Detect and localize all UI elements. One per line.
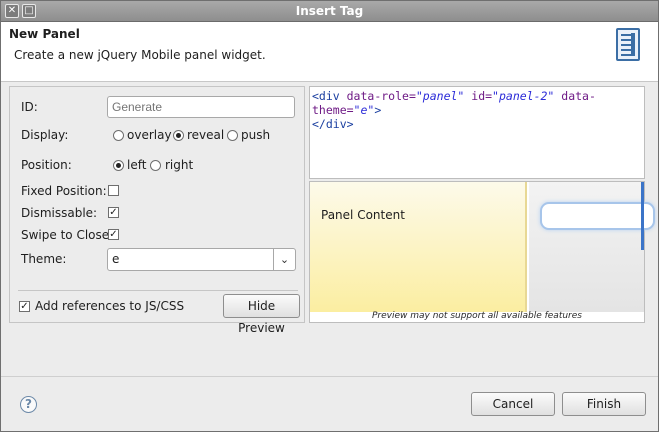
add-references-label: Add references to JS/CSS [35, 299, 185, 313]
code-attr-id: id= [464, 89, 493, 103]
swipe-to-close-label: Swipe to Close: [21, 228, 114, 242]
preview-note: Preview may not support all available fe… [372, 311, 582, 321]
preview-panel-content: Panel Content [321, 208, 405, 222]
theme-value: e [112, 252, 120, 266]
hide-preview-button[interactable]: Hide Preview [223, 294, 300, 335]
code-attr-role: data-role= [339, 89, 416, 103]
display-overlay-radio[interactable] [113, 130, 124, 141]
add-references-checkbox[interactable]: ✓ [19, 301, 30, 312]
dismissable-label: Dismissable: [21, 206, 98, 220]
preview-input [540, 202, 655, 230]
chevron-down-icon[interactable]: ⌄ [273, 249, 295, 270]
title-bar: ✕ □ Insert Tag [1, 1, 658, 22]
dismissable-checkbox[interactable]: ✓ [108, 207, 119, 218]
code-val-role: "panel" [415, 89, 465, 103]
finish-button[interactable]: Finish [562, 392, 646, 416]
preview-scroll-edge [641, 182, 644, 250]
visual-preview: Panel Content Preview may not support al… [309, 181, 655, 323]
position-label: Position: [21, 158, 72, 172]
position-right-label: right [165, 158, 194, 172]
display-reveal-radio[interactable] [173, 130, 184, 141]
theme-label: Theme: [21, 252, 67, 266]
id-label: ID: [21, 100, 38, 114]
fixed-position-checkbox[interactable] [108, 185, 119, 196]
position-left-radio[interactable] [113, 160, 124, 171]
code-tag-end: > [374, 103, 382, 117]
preview-page-content [529, 182, 655, 312]
fixed-position-label: Fixed Position: [21, 184, 107, 198]
code-val-theme: "e" [353, 103, 375, 117]
code-preview[interactable]: <div data-role="panel" id="panel-2" data… [309, 86, 645, 179]
display-overlay-label: overlay [127, 128, 172, 142]
panel-widget-icon [616, 28, 640, 61]
display-label: Display: [21, 128, 69, 142]
position-left-label: left [127, 158, 147, 172]
cancel-button[interactable]: Cancel [471, 392, 555, 416]
window-title: Insert Tag [295, 4, 364, 18]
insert-tag-dialog: ✕ □ Insert Tag New Panel Create a new jQ… [0, 0, 659, 432]
header-title: New Panel [9, 27, 80, 41]
position-right-radio[interactable] [150, 160, 161, 171]
help-icon[interactable]: ? [20, 396, 37, 413]
display-push-label: push [241, 128, 271, 142]
code-open-tag: <div [312, 89, 340, 103]
code-close-tag: </div> [312, 117, 354, 131]
footer-divider [1, 376, 658, 377]
dialog-header: New Panel Create a new jQuery Mobile pan… [1, 22, 658, 82]
display-reveal-label: reveal [187, 128, 225, 142]
form-divider [18, 290, 298, 291]
id-input[interactable] [107, 96, 295, 118]
panel-options-form: ID: Display: overlay reveal push Positio… [9, 86, 305, 335]
display-push-radio[interactable] [227, 130, 238, 141]
code-val-id: "panel-2" [492, 89, 555, 103]
preview-panel: Panel Content [310, 182, 527, 312]
theme-select[interactable]: e ⌄ [107, 248, 296, 271]
swipe-to-close-checkbox[interactable]: ✓ [108, 229, 119, 240]
header-description: Create a new jQuery Mobile panel widget. [14, 48, 266, 62]
